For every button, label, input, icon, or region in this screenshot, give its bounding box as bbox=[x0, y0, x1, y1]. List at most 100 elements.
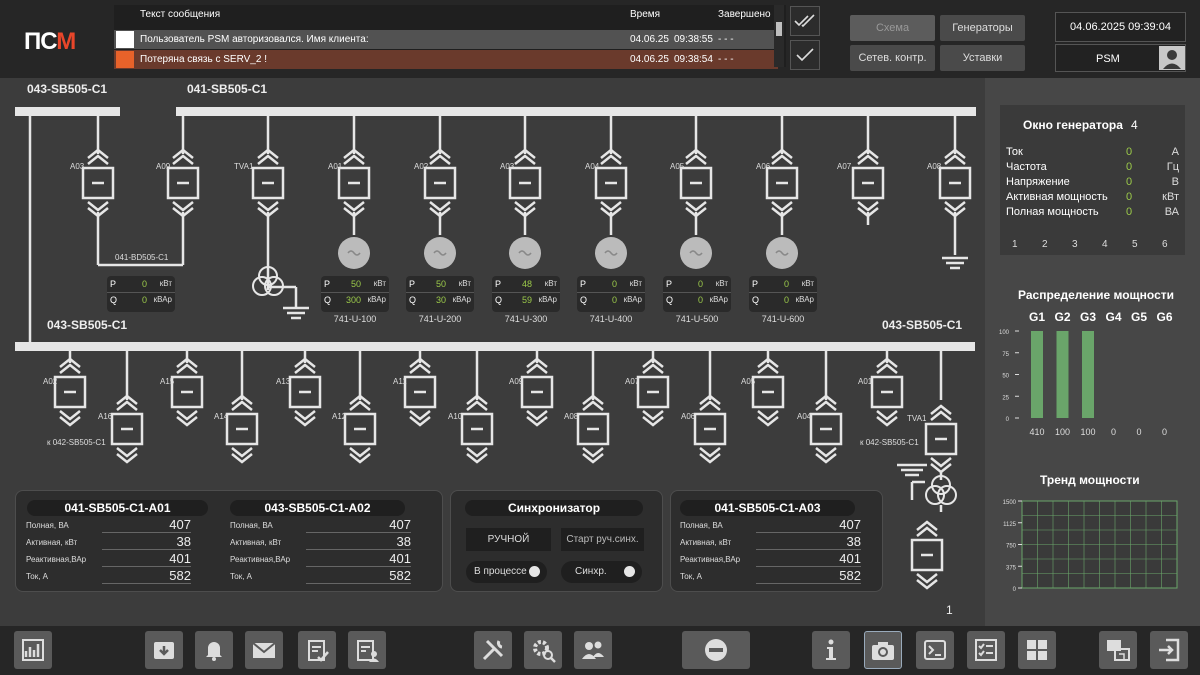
alarm-color-indicator bbox=[116, 31, 134, 48]
breaker-label-top: A06 bbox=[756, 162, 771, 171]
breaker-bottom-0[interactable] bbox=[53, 351, 87, 427]
tools-button[interactable] bbox=[474, 631, 512, 669]
breaker-label-top: A01 bbox=[328, 162, 343, 171]
alarm-row[interactable]: Пользователь PSM авторизовался. Имя клие… bbox=[114, 30, 778, 49]
chart-button[interactable] bbox=[14, 631, 52, 669]
exit-button[interactable] bbox=[1150, 631, 1188, 669]
bell-button[interactable] bbox=[195, 631, 233, 669]
alarm-scroll-thumb[interactable] bbox=[776, 22, 782, 36]
acknowledge-button[interactable] bbox=[790, 40, 820, 70]
breaker-bottom-12[interactable] bbox=[751, 351, 785, 427]
generator-window-number: 4 bbox=[1131, 118, 1138, 132]
grid-icon bbox=[1027, 640, 1047, 660]
panel-row: Ток, А 582 bbox=[26, 568, 191, 584]
breaker-label-top: A03 bbox=[70, 162, 85, 171]
clipboard-user-button[interactable] bbox=[348, 631, 386, 669]
nav-generators-button[interactable]: Генераторы bbox=[940, 15, 1025, 41]
gear-search-icon bbox=[533, 640, 556, 663]
generator-param-row: Полная мощность 0 ВА bbox=[1006, 206, 1179, 218]
breaker-label-bottom: TVA1 bbox=[907, 414, 927, 423]
alarm-scrollbar[interactable] bbox=[774, 5, 784, 67]
breaker-top-4[interactable] bbox=[423, 116, 457, 235]
gear-search-button[interactable] bbox=[524, 631, 562, 669]
breaker-label-bottom: A06 bbox=[681, 412, 696, 421]
grid-button[interactable] bbox=[1018, 631, 1056, 669]
panel-value: 401 bbox=[839, 551, 861, 566]
alarm-row[interactable]: Потеряна связь с SERV_2 ! 04.06.25 09:38… bbox=[114, 50, 778, 69]
breaker-bottom-13[interactable] bbox=[809, 351, 843, 464]
breaker-bottom-8[interactable] bbox=[520, 351, 554, 427]
breaker-label-bottom: A11 bbox=[393, 377, 407, 386]
breaker-bottom-4[interactable] bbox=[288, 351, 322, 427]
breaker-label-top: A08 bbox=[927, 162, 942, 171]
breaker-label-bottom: A02 bbox=[43, 377, 58, 386]
breaker-top-7[interactable] bbox=[679, 116, 713, 235]
breaker-bottom-1[interactable] bbox=[110, 351, 144, 464]
generator-selector-5[interactable]: 5 bbox=[1132, 239, 1138, 250]
p-value: 0 bbox=[141, 279, 147, 289]
breaker-bottom-5[interactable] bbox=[343, 351, 377, 464]
breaker-top-1[interactable] bbox=[166, 116, 200, 265]
trend-title: Тренд мощности bbox=[1040, 473, 1140, 487]
breaker-top-2[interactable] bbox=[251, 116, 285, 290]
sync-manual-button[interactable]: РУЧНОЙ bbox=[466, 528, 551, 551]
synced-indicator: Синхр. bbox=[561, 561, 642, 583]
breaker-label-bottom: A07 bbox=[625, 377, 640, 386]
info-icon bbox=[826, 639, 836, 660]
breaker-bottom-7[interactable] bbox=[460, 351, 494, 464]
breaker-bottom-11[interactable] bbox=[693, 351, 727, 464]
nav-scheme-button[interactable]: Схема bbox=[850, 15, 935, 41]
breaker-label-top: A03 bbox=[500, 162, 515, 171]
breaker-label-bottom: A09 bbox=[509, 377, 524, 386]
panel-value: 38 bbox=[846, 534, 861, 549]
stop-button[interactable] bbox=[682, 631, 750, 669]
bar-value-label: 410 bbox=[1029, 427, 1044, 437]
breaker-bottom-14[interactable] bbox=[870, 351, 904, 427]
breaker-top-8[interactable] bbox=[765, 116, 799, 235]
breaker-label-top: A09 bbox=[156, 162, 171, 171]
q-value: 0 bbox=[697, 295, 703, 305]
breaker-top-10[interactable] bbox=[938, 116, 972, 255]
checklist-button[interactable] bbox=[967, 631, 1005, 669]
camera-button[interactable] bbox=[864, 631, 902, 669]
info-button[interactable] bbox=[812, 631, 850, 669]
archive-button[interactable] bbox=[145, 631, 183, 669]
p-value: 0 bbox=[697, 279, 703, 289]
nav-network-button[interactable]: Сетев. контр. bbox=[850, 45, 935, 71]
breaker-label-bottom: A14 bbox=[214, 412, 229, 421]
breaker-bottom-6[interactable] bbox=[403, 351, 437, 427]
feeder-label-right: к 042-SB505-C1 bbox=[860, 438, 919, 447]
generator-selector-3[interactable]: 3 bbox=[1072, 239, 1078, 250]
mail-button[interactable] bbox=[245, 631, 283, 669]
alarm-date: 04.06.25 bbox=[630, 54, 669, 65]
breaker-top-3[interactable] bbox=[337, 116, 371, 235]
breaker-top-5[interactable] bbox=[508, 116, 542, 235]
mail-icon bbox=[252, 642, 276, 658]
breaker-bottom-10[interactable] bbox=[636, 351, 670, 427]
terminal-button[interactable] bbox=[916, 631, 954, 669]
sync-title: Синхронизатор bbox=[465, 500, 643, 516]
breaker-top-9[interactable] bbox=[851, 116, 885, 225]
generator-selector-1[interactable]: 1 bbox=[1012, 239, 1018, 250]
users-button[interactable] bbox=[574, 631, 612, 669]
breaker-bottom-2[interactable] bbox=[170, 351, 204, 427]
breaker-top-0[interactable] bbox=[81, 116, 115, 265]
breaker-label-bottom: A01 bbox=[858, 377, 873, 386]
breaker-bottom-9[interactable] bbox=[576, 351, 610, 464]
generator-selector-4[interactable]: 4 bbox=[1102, 239, 1108, 250]
windows-button[interactable] bbox=[1099, 631, 1137, 669]
breaker-bottom-output[interactable] bbox=[910, 520, 944, 590]
nav-settings-button[interactable]: Уставки bbox=[940, 45, 1025, 71]
users-icon bbox=[582, 641, 604, 659]
sync-start-button[interactable]: Старт руч.синх. bbox=[561, 528, 644, 551]
clipboard-check-button[interactable] bbox=[298, 631, 336, 669]
generator-selector-2[interactable]: 2 bbox=[1042, 239, 1048, 250]
acknowledge-all-button[interactable] bbox=[790, 6, 820, 36]
user-box[interactable]: PSM bbox=[1055, 44, 1186, 72]
bar-value-label: 100 bbox=[1055, 427, 1070, 437]
psm-logo: ПСМ bbox=[24, 28, 76, 55]
breaker-bottom-tva1[interactable] bbox=[924, 351, 958, 480]
breaker-top-6[interactable] bbox=[594, 116, 628, 235]
generator-selector-6[interactable]: 6 bbox=[1162, 239, 1168, 250]
breaker-bottom-3[interactable] bbox=[225, 351, 259, 464]
